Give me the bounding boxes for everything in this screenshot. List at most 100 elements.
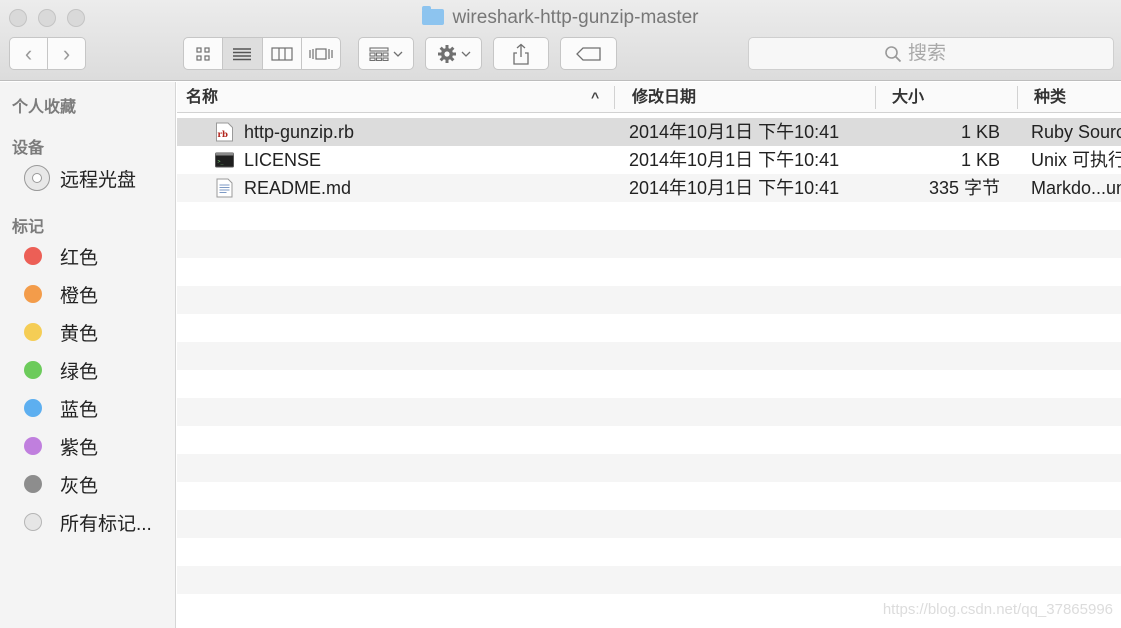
empty-row — [177, 426, 1121, 454]
file-date: 2014年10月1日 下午10:41 — [629, 122, 840, 142]
empty-row — [177, 566, 1121, 594]
file-kind: Ruby Source — [1031, 122, 1121, 142]
empty-row — [177, 370, 1121, 398]
table-row[interactable]: README.md 2014年10月1日 下午10:41 335 字节 Mark… — [177, 174, 1121, 202]
sidebar-tag-orange[interactable]: 橙色 — [24, 279, 98, 309]
view-mode-selector — [183, 37, 341, 70]
chevron-down-icon — [461, 51, 470, 57]
search-input[interactable] — [908, 42, 978, 65]
cover-flow-view-button[interactable] — [300, 38, 340, 69]
search-field[interactable] — [748, 37, 1114, 70]
list-header: 名称 ^ 修改日期 大小 种类 — [177, 82, 1121, 113]
sidebar-item-label: 黄色 — [60, 323, 99, 345]
orange-tag-dot-icon — [24, 285, 42, 303]
empty-row — [177, 286, 1121, 314]
file-name: README.md — [244, 178, 352, 198]
empty-row — [177, 342, 1121, 370]
sidebar-item-label: 远程光盘 — [60, 169, 137, 191]
column-header-label: 名称 — [186, 89, 219, 106]
sort-ascending-icon: ^ — [591, 89, 600, 105]
sidebar-item-label: 红色 — [60, 247, 99, 269]
sidebar-tag-purple[interactable]: 紫色 — [24, 431, 98, 461]
window-title-text: wireshark-http-gunzip-master — [452, 7, 699, 28]
column-view-button[interactable] — [261, 38, 301, 69]
column-divider[interactable] — [1017, 86, 1018, 109]
empty-row — [177, 510, 1121, 538]
yellow-tag-dot-icon — [24, 323, 42, 341]
columns-icon — [271, 46, 293, 61]
column-divider[interactable] — [614, 86, 615, 109]
empty-row — [177, 538, 1121, 566]
empty-row — [177, 398, 1121, 426]
sidebar-tag-green[interactable]: 绿色 — [24, 355, 98, 385]
file-size: 1 KB — [960, 122, 1000, 142]
sidebar-item-label: 绿色 — [60, 361, 99, 383]
svg-text:>_: >_ — [218, 159, 225, 165]
column-header-date[interactable]: 修改日期 — [623, 82, 873, 113]
sidebar-item-label: 所有标记... — [60, 513, 152, 535]
file-size: 335 字节 — [928, 178, 1000, 198]
search-icon — [885, 45, 902, 62]
file-list: 名称 ^ 修改日期 大小 种类 rb http-gunzip.rb 2014年1… — [177, 82, 1121, 628]
sidebar-tag-red[interactable]: 红色 — [24, 241, 98, 271]
file-name: http-gunzip.rb — [244, 122, 355, 142]
share-button[interactable] — [493, 37, 549, 70]
back-button[interactable]: ‹ — [10, 38, 47, 69]
sidebar-item-remote-disc[interactable]: 远程光盘 — [24, 163, 136, 193]
toolbar: wireshark-http-gunzip-master ‹ › — [0, 0, 1121, 81]
chevron-down-icon — [393, 51, 403, 57]
column-header-name[interactable]: 名称 — [177, 82, 614, 113]
empty-row — [177, 314, 1121, 342]
icon-view-button[interactable] — [184, 38, 222, 69]
empty-row — [177, 258, 1121, 286]
empty-row — [177, 454, 1121, 482]
edit-tags-button[interactable] — [560, 37, 617, 70]
table-row[interactable]: >_ LICENSE 2014年10月1日 下午10:41 1 KB Unix … — [177, 146, 1121, 174]
empty-row — [177, 230, 1121, 258]
sidebar-item-label: 蓝色 — [60, 399, 99, 421]
column-header-label: 种类 — [1034, 89, 1067, 106]
column-header-label: 修改日期 — [632, 89, 697, 106]
ruby-file-icon: rb — [216, 122, 233, 142]
grid-icon — [196, 46, 210, 61]
action-button[interactable] — [425, 37, 482, 70]
sidebar-item-label: 灰色 — [60, 475, 99, 497]
sidebar-tag-yellow[interactable]: 黄色 — [24, 317, 98, 347]
column-header-kind[interactable]: 种类 — [1025, 82, 1121, 113]
file-date: 2014年10月1日 下午10:41 — [629, 150, 840, 170]
terminal-file-icon: >_ — [215, 152, 234, 168]
green-tag-dot-icon — [24, 361, 42, 379]
gray-tag-dot-icon — [24, 475, 42, 493]
window-title: wireshark-http-gunzip-master — [0, 6, 1121, 30]
devices-header: 设备 — [12, 140, 45, 157]
file-name: LICENSE — [244, 150, 322, 170]
share-icon — [513, 43, 529, 65]
gear-icon — [437, 44, 456, 63]
navigation-buttons: ‹ › — [9, 37, 86, 70]
favorites-header: 个人收藏 — [12, 99, 77, 116]
blue-tag-dot-icon — [24, 399, 42, 417]
disc-icon — [24, 165, 50, 191]
svg-text:rb: rb — [218, 130, 228, 140]
forward-button[interactable]: › — [47, 38, 85, 69]
arrange-grid-icon — [369, 46, 389, 61]
all-tags-icon — [24, 513, 42, 531]
column-divider[interactable] — [875, 86, 876, 109]
column-header-label: 大小 — [892, 89, 925, 106]
chevron-right-icon: › — [62, 40, 71, 66]
text-file-icon — [216, 178, 233, 198]
sidebar-item-label: 紫色 — [60, 437, 99, 459]
red-tag-dot-icon — [24, 247, 42, 265]
tags-header: 标记 — [12, 219, 45, 236]
list-view-button[interactable] — [222, 38, 262, 69]
column-header-size[interactable]: 大小 — [883, 82, 1013, 113]
sidebar-tag-all[interactable]: 所有标记... — [24, 507, 152, 537]
arrange-button[interactable] — [358, 37, 414, 70]
sidebar-tag-gray[interactable]: 灰色 — [24, 469, 98, 499]
tag-icon — [575, 46, 601, 61]
folder-icon — [422, 6, 445, 25]
table-row[interactable]: rb http-gunzip.rb 2014年10月1日 下午10:41 1 K… — [177, 118, 1121, 146]
sidebar-tag-blue[interactable]: 蓝色 — [24, 393, 98, 423]
cover-flow-icon — [309, 47, 333, 60]
purple-tag-dot-icon — [24, 437, 42, 455]
